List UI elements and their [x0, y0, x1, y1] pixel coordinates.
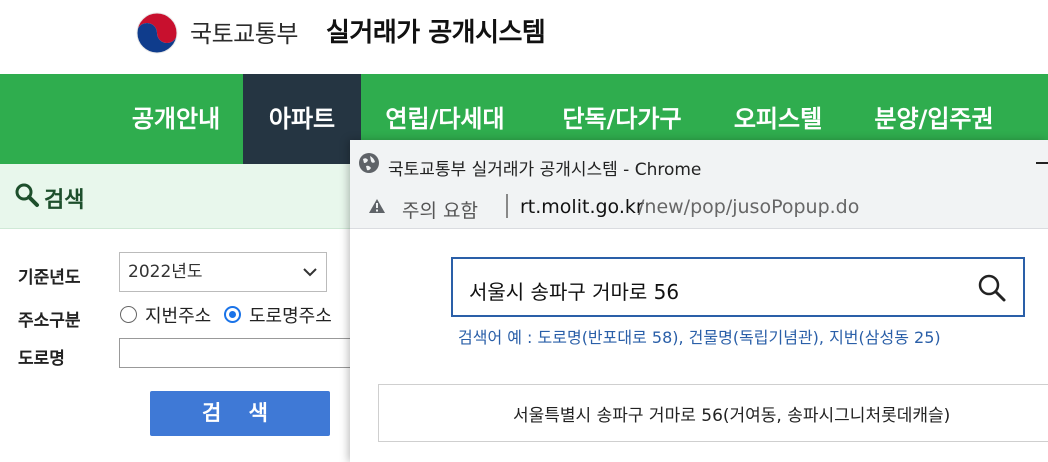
security-warning-text[interactable]: 주의 요함 [402, 196, 478, 223]
radio-road[interactable] [224, 306, 241, 323]
site-header: 국토교통부 실거래가 공개시스템 [0, 0, 1048, 74]
url-path[interactable]: /new/pop/jusoPopup.do [638, 196, 859, 218]
search-result-text[interactable]: 서울특별시 송파구 거마로 56(거여동, 송파시그니처롯데캐슬) [513, 401, 950, 426]
url-host[interactable]: rt.molit.go.kr [520, 196, 644, 218]
road-name-input[interactable] [119, 338, 351, 368]
search-hint: 검색어 예 : 도로명(반포대로 58), 건물명(독립기념관), 지번(삼성동… [458, 328, 941, 347]
radio-jibun[interactable] [120, 306, 137, 323]
popup-titlebar[interactable]: 국토교통부 실거래가 공개시스템 - Chrome [350, 140, 1048, 187]
search-icon [15, 183, 39, 207]
year-label: 기준년도 [18, 268, 81, 288]
magnifier-icon[interactable] [977, 273, 1007, 303]
year-select-value: 2022년도 [128, 262, 203, 282]
popup-window-title: 국토교통부 실거래가 공개시스템 - Chrome [388, 160, 702, 180]
warning-icon[interactable] [368, 198, 386, 214]
address-search-input[interactable]: 서울시 송파구 거마로 56 [451, 257, 1025, 317]
system-title: 실거래가 공개시스템 [326, 18, 546, 48]
chevron-down-icon [303, 268, 317, 277]
globe-icon [359, 153, 379, 173]
popup-addressbar[interactable]: 주의 요함 rt.molit.go.kr /new/pop/jusoPopup.… [350, 186, 1048, 229]
address-search-value: 서울시 송파구 거마로 56 [469, 280, 680, 304]
nav-item-info[interactable]: 공개안내 [110, 74, 242, 164]
search-button[interactable]: 검 색 [150, 391, 330, 436]
address-type-label: 주소구분 [18, 311, 81, 331]
search-result-item[interactable]: 서울특별시 송파구 거마로 56(거여동, 송파시그니처롯데캐슬) [378, 384, 1048, 442]
radio-road-label[interactable]: 도로명주소 [249, 302, 332, 328]
ministry-name: 국토교통부 [190, 20, 298, 48]
government-emblem-icon [135, 11, 179, 55]
address-separator [506, 194, 508, 218]
search-panel-header: 검색 [0, 164, 352, 229]
nav-item-apartment[interactable]: 아파트 [243, 74, 361, 164]
road-name-label: 도로명 [18, 349, 65, 369]
minimize-button[interactable] [1036, 162, 1048, 164]
year-select[interactable]: 2022년도 [119, 252, 327, 292]
radio-jibun-label[interactable]: 지번주소 [145, 302, 211, 328]
search-panel-title: 검색 [44, 188, 85, 213]
address-popup-window: 국토교통부 실거래가 공개시스템 - Chrome 주의 요함 rt.molit… [350, 140, 1048, 462]
